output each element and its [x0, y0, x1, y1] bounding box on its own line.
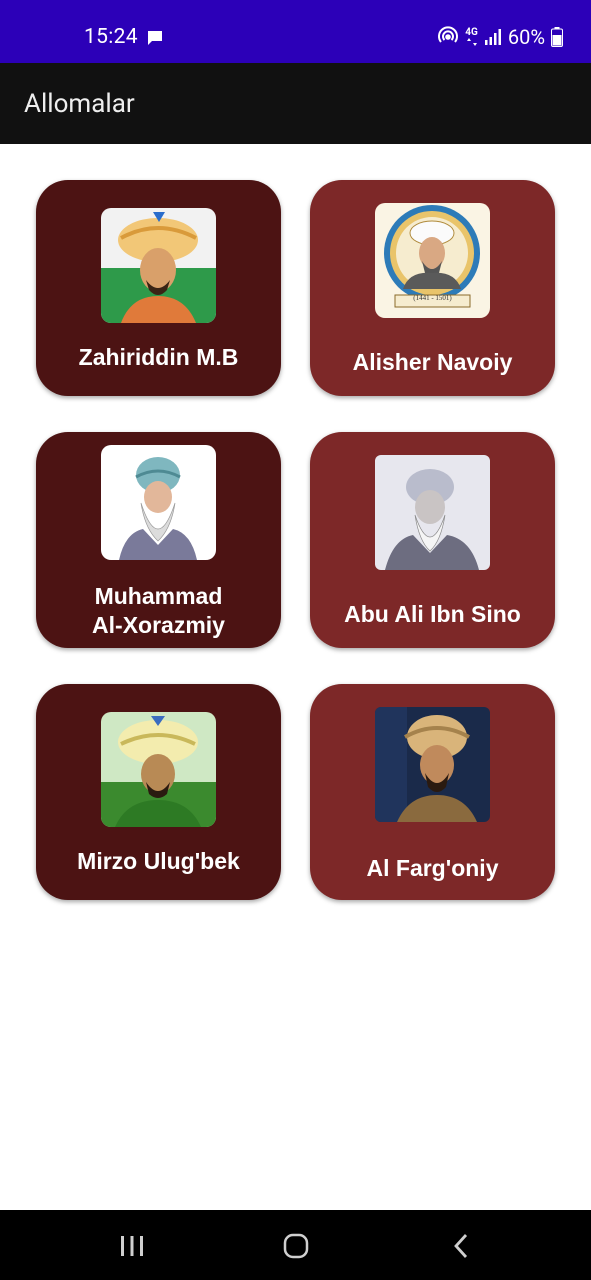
farg-oniy-portrait	[375, 707, 490, 822]
scholars-grid: Zahiriddin M.B (1441 - 1501) Alisher Nav…	[0, 144, 591, 1210]
status-icons: 4G 60%	[437, 25, 563, 49]
navigation-bar	[0, 1210, 591, 1280]
battery-icon	[551, 27, 563, 47]
back-icon[interactable]	[442, 1230, 482, 1262]
xorazmiy-portrait	[101, 445, 216, 560]
card-al-fargoniy[interactable]: Al Farg'oniy	[310, 684, 555, 900]
card-mirzo-ulugbek[interactable]: Mirzo Ulug'bek	[36, 684, 281, 900]
battery-level: 60%	[507, 25, 545, 49]
card-label: Zahiriddin M.B	[78, 344, 239, 370]
card-label-line1: Muhammad	[94, 583, 223, 609]
portrait-caption: (1441 - 1501)	[413, 294, 452, 302]
hotspot-icon	[437, 26, 459, 48]
status-time: 15:24	[84, 25, 138, 49]
card-label: Al Farg'oniy	[366, 855, 499, 881]
card-label: Alisher Navoiy	[352, 349, 513, 375]
status-bar: 15:24 4G 60%	[0, 0, 591, 63]
app-bar: Allomalar	[0, 63, 591, 144]
ulugbek-portrait	[101, 712, 216, 827]
network-type: 4G	[465, 27, 478, 38]
message-icon	[146, 29, 164, 51]
data-arrows-icon: 4G	[465, 28, 478, 46]
card-abu-ali-ibn-sino[interactable]: Abu Ali Ibn Sino	[310, 432, 555, 648]
card-alisher-navoiy[interactable]: (1441 - 1501) Alisher Navoiy	[310, 180, 555, 396]
recent-apps-icon[interactable]	[112, 1230, 152, 1262]
card-label: Abu Ali Ibn Sino	[344, 601, 521, 627]
card-zahiriddin[interactable]: Zahiriddin M.B	[36, 180, 281, 396]
ibn-sino-portrait	[375, 455, 490, 570]
signal-icon	[484, 28, 502, 46]
card-label-line2: Al-Xorazmiy	[92, 612, 225, 638]
home-icon[interactable]	[276, 1230, 316, 1262]
card-muhammad-al-xorazmiy[interactable]: Muhammad Al-Xorazmiy	[36, 432, 281, 648]
navoiy-portrait: (1441 - 1501)	[375, 203, 490, 318]
app-title: Allomalar	[24, 89, 135, 119]
babur-portrait	[101, 208, 216, 323]
card-label: Mirzo Ulug'bek	[77, 848, 240, 874]
